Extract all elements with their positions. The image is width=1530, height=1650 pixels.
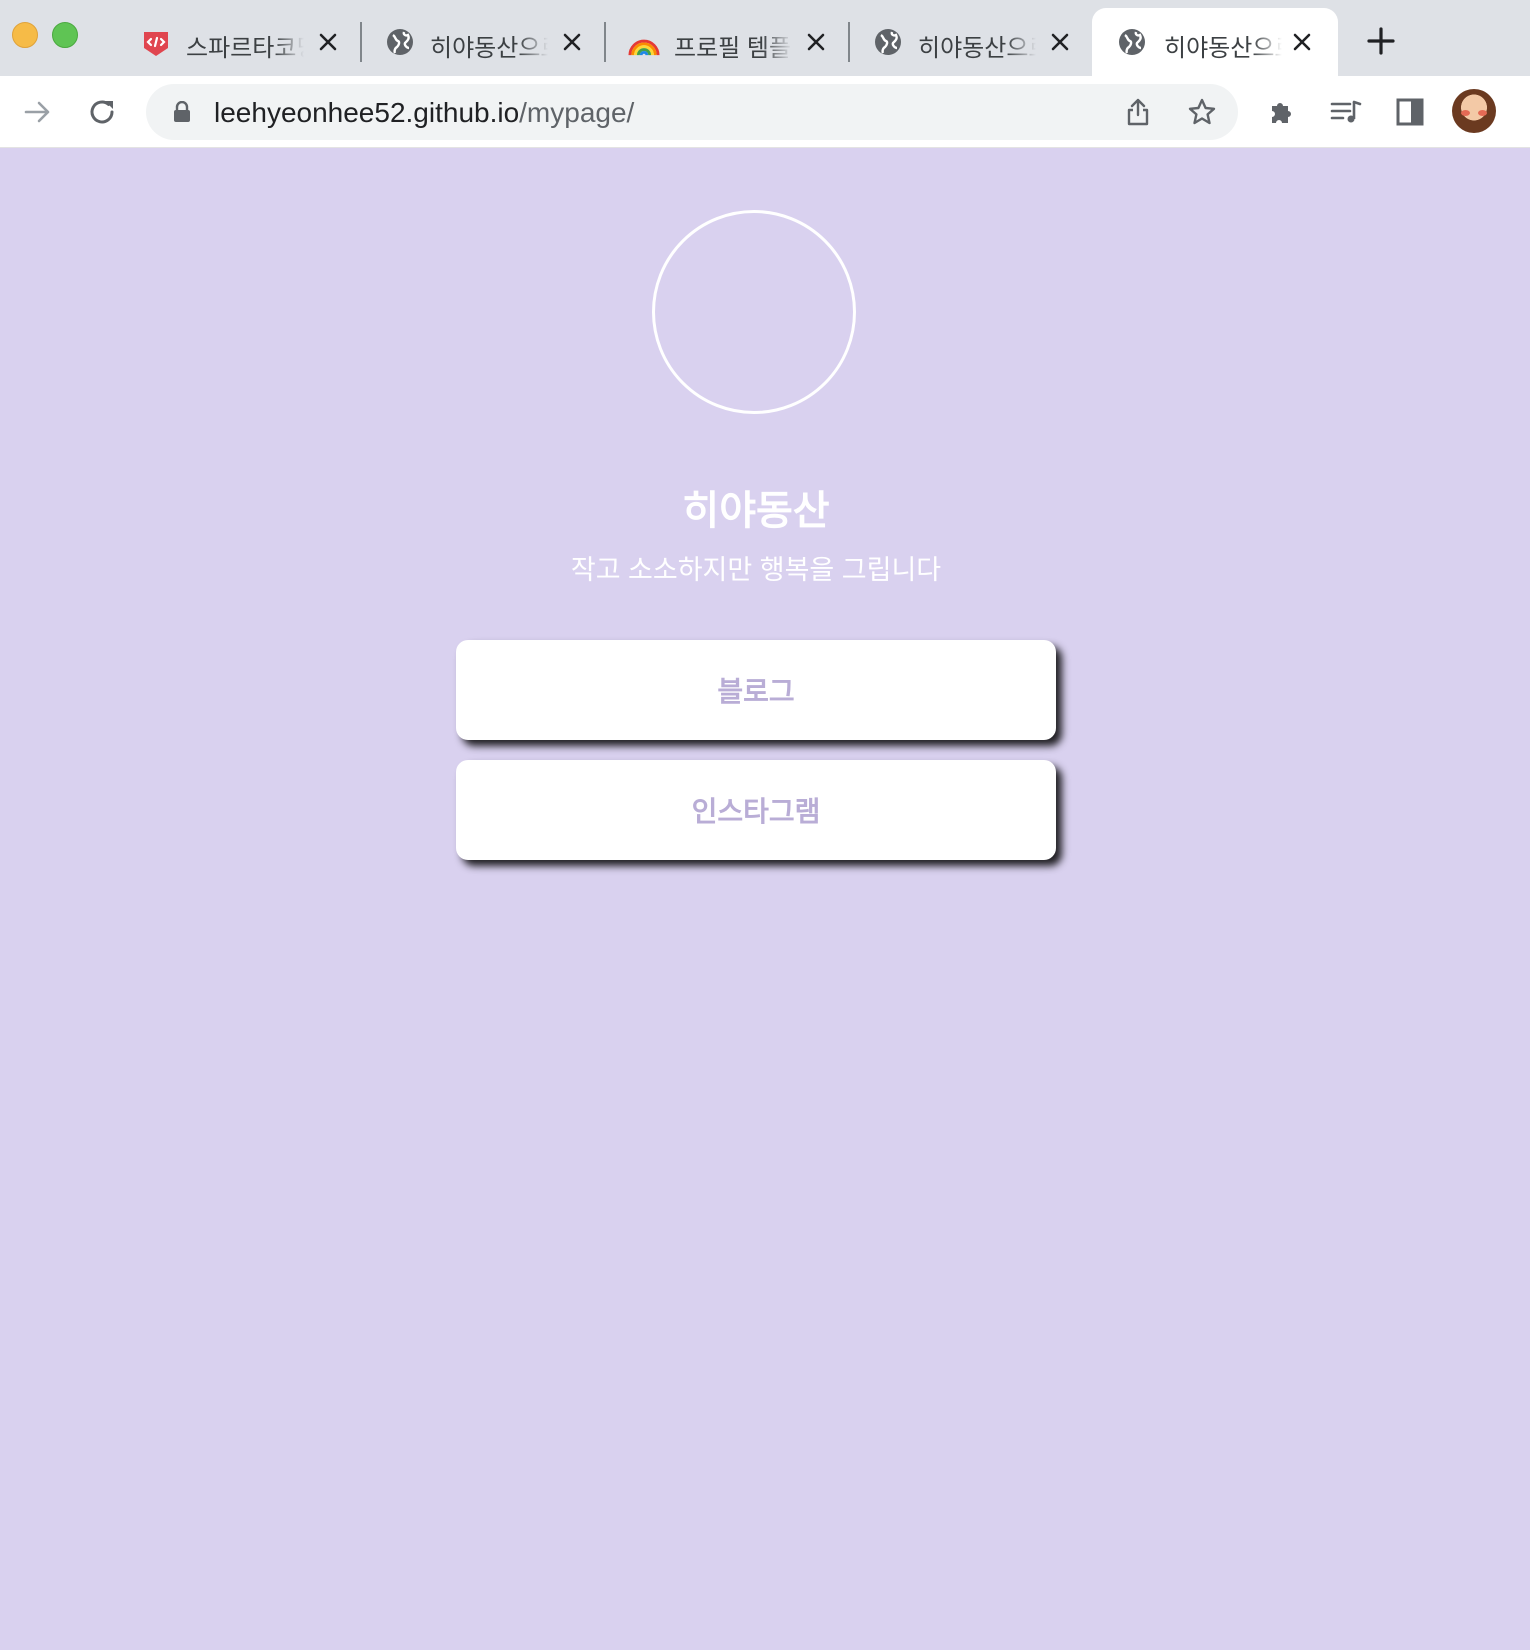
rainbow-icon [628,26,660,58]
side-panel-icon[interactable] [1390,92,1430,132]
blog-link-button[interactable]: 블로그 [456,640,1056,740]
browser-toolbar: leehyeonhee52.github.io/mypage/ [0,76,1530,148]
globe-icon [1116,26,1148,58]
avatar-cheek [1461,110,1470,116]
instagram-link-button[interactable]: 인스타그램 [456,760,1056,860]
bookmark-star-icon[interactable] [1182,92,1222,132]
profile-avatar[interactable] [1452,89,1496,133]
tab-divider [360,22,362,62]
share-icon[interactable] [1118,92,1158,132]
close-tab-icon[interactable] [1288,28,1316,56]
profile-photo [652,210,856,414]
close-tab-icon[interactable] [314,28,342,56]
tab-hiya-active[interactable]: 히야동산으로 [1092,8,1338,76]
extensions-puzzle-icon[interactable] [1262,92,1302,132]
globe-icon [384,26,416,58]
url-path: /mypage/ [519,97,635,128]
avatar-cheek [1478,110,1487,116]
tab-divider [604,22,606,62]
profile-description: 작고 소소하지만 행복을 그립니다 [570,555,942,585]
tab-title: 히야동산으로 [918,35,1036,62]
url-text[interactable]: leehyeonhee52.github.io/mypage/ [214,97,634,129]
close-tab-icon[interactable] [1046,28,1074,56]
globe-icon [872,26,904,58]
tab-title: 히야동산으로 [1164,35,1282,62]
new-tab-plus-icon[interactable] [1364,24,1398,58]
tab-profile-template[interactable]: 프로필 템플릿 [628,8,830,76]
tab-hiya-1[interactable]: 히야동산으로 [384,8,586,76]
url-host: leehyeonhee52.github.io [214,97,520,128]
tab-strip: 스파르타코딩 히야동산으로 프로필 템플릿 [0,0,1530,76]
tab-sparta[interactable]: 스파르타코딩 [140,8,342,76]
close-tab-icon[interactable] [558,28,586,56]
tab-title: 히야동산으로 [430,35,548,62]
tab-title: 스파르타코딩 [186,35,304,62]
forward-arrow-icon[interactable] [18,92,58,132]
tab-hiya-2[interactable]: 히야동산으로 [872,8,1074,76]
sparta-logo-icon [140,26,172,58]
profile-name: 히야동산 [682,489,830,533]
lock-icon[interactable] [170,100,194,124]
tab-title: 프로필 템플릿 [674,35,792,62]
media-control-icon[interactable] [1326,92,1366,132]
maximize-window-button[interactable] [52,22,78,48]
page-content: 히야동산 작고 소소하지만 행복을 그립니다 블로그 인스타그램 [0,148,1530,1650]
tab-divider [848,22,850,62]
minimize-window-button[interactable] [12,22,38,48]
reload-icon[interactable] [82,92,122,132]
close-tab-icon[interactable] [802,28,830,56]
address-bar[interactable]: leehyeonhee52.github.io/mypage/ [146,84,1238,140]
